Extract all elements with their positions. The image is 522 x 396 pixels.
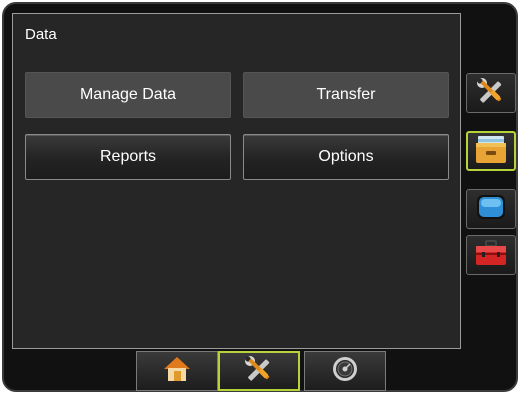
- toolbox-icon: [474, 238, 508, 273]
- wrench-screwdriver-icon: [474, 76, 508, 111]
- folder-drawer-icon: [474, 133, 508, 170]
- wrench-screwdriver-icon: [239, 354, 279, 389]
- options-button[interactable]: Options: [243, 134, 449, 180]
- reports-button[interactable]: Reports: [25, 134, 231, 180]
- home-icon: [162, 355, 192, 388]
- side-tab-data[interactable]: [466, 131, 516, 171]
- transfer-label: Transfer: [316, 86, 376, 103]
- main-panel: Data Manage Data Transfer Reports Option…: [12, 13, 461, 349]
- speedometer-icon: [330, 354, 360, 389]
- side-tab-setup[interactable]: [466, 73, 516, 113]
- manage-data-button[interactable]: Manage Data: [25, 72, 231, 118]
- side-tab-tools[interactable]: [466, 235, 516, 275]
- monitor-icon: [474, 192, 508, 227]
- reports-label: Reports: [99, 148, 157, 165]
- manage-data-label: Manage Data: [79, 86, 177, 103]
- bottom-tab-setup[interactable]: [218, 351, 300, 391]
- bottom-tab-home[interactable]: [136, 351, 218, 391]
- panel-title: Data: [25, 26, 57, 43]
- side-tab-console[interactable]: [466, 189, 516, 229]
- device-frame: Data Manage Data Transfer Reports Option…: [0, 0, 522, 396]
- bottom-tab-gauge[interactable]: [304, 351, 386, 391]
- options-label: Options: [318, 148, 374, 165]
- transfer-button[interactable]: Transfer: [243, 72, 449, 118]
